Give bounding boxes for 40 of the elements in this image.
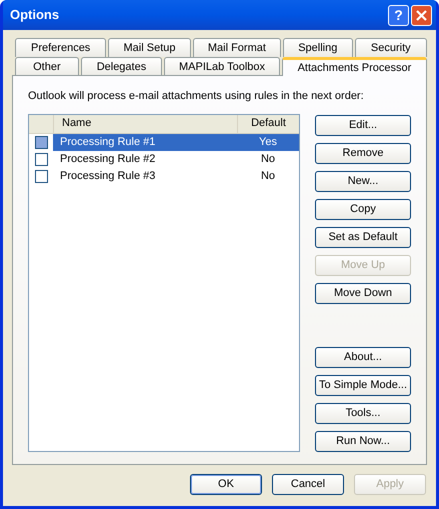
rule-name: Processing Rule #2 (59, 152, 156, 167)
action-button[interactable]: Remove (315, 142, 411, 164)
rule-row[interactable]: Processing Rule #3 No (53, 168, 299, 184)
tab[interactable]: MAPILab Toolbox (164, 57, 280, 76)
description-text: Outlook will process e-mail attachments using rules in the next order: (28, 89, 365, 104)
tab[interactable]: Delegates (80, 57, 162, 76)
tab[interactable]: Spelling (283, 38, 353, 57)
rule-default: No (260, 168, 276, 184)
tab[interactable]: Security (354, 38, 427, 57)
checkbox[interactable] (34, 136, 48, 148)
tab[interactable]: Preferences (15, 38, 106, 57)
tab[interactable]: Mail Format (192, 38, 282, 57)
action-button[interactable]: About... (315, 347, 411, 368)
rule-row[interactable]: Processing Rule #1 Yes (53, 134, 299, 150)
dialog-button[interactable]: Cancel (272, 474, 344, 495)
help-button[interactable]: ? (388, 4, 409, 26)
action-button[interactable]: To Simple Mode... (315, 375, 411, 396)
action-button[interactable]: New... (315, 170, 411, 192)
rule-name: Processing Rule #3 (59, 168, 156, 184)
action-button[interactable]: Edit... (315, 114, 411, 136)
rule-name: Processing Rule #1 (59, 134, 156, 150)
rule-default: Yes (258, 134, 278, 150)
column-header[interactable]: Default (237, 114, 299, 132)
column-header[interactable]: Name (53, 114, 237, 132)
rule-default: No (260, 152, 276, 167)
action-button[interactable]: Tools... (315, 403, 411, 424)
action-button[interactable]: Move Down (315, 282, 411, 304)
close-button[interactable] (411, 4, 432, 26)
action-button[interactable]: Copy (315, 198, 411, 220)
close-icon (416, 10, 427, 20)
rule-row[interactable]: Processing Rule #2 No (53, 150, 299, 168)
window-title: Options (9, 6, 60, 24)
tab[interactable]: Attachments Processor (282, 57, 428, 76)
action-button[interactable]: Run Now... (315, 431, 411, 452)
action-button[interactable]: Set as Default (315, 226, 411, 248)
tab[interactable]: Mail Setup (108, 38, 191, 57)
checkbox[interactable] (34, 152, 48, 166)
tab[interactable]: Other (15, 57, 79, 76)
checkbox[interactable] (34, 170, 48, 182)
dialog-button[interactable]: OK (190, 474, 262, 495)
